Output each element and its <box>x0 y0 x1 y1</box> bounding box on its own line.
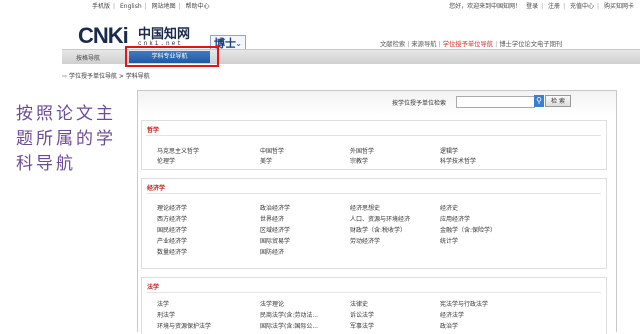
subject-link[interactable]: 逻辑学 <box>440 146 458 155</box>
subject-link[interactable]: 刑法学 <box>157 310 175 319</box>
subject-link[interactable]: 财政学（含:税收学） <box>350 225 406 234</box>
subject-link[interactable]: 国际法学(含:国际公... <box>260 321 318 330</box>
subject-link[interactable]: 西方经济学 <box>157 214 187 223</box>
breadcrumb-text[interactable]: 学位授予单位导航 > 学科导航 <box>69 73 150 80</box>
section-divider <box>146 135 601 136</box>
top-nav: 文献检索 | 来源导航 | 学位授予单位导航 | 博士学位论文电子期刊 <box>380 41 563 48</box>
subject-link[interactable]: 劳动经济学 <box>350 236 380 245</box>
nav-source-nav[interactable]: 来源导航 <box>411 41 436 48</box>
subject-link[interactable]: 区域经济学 <box>260 225 290 234</box>
subject-link[interactable]: 民商法学(含:劳动法... <box>260 310 318 319</box>
subject-link[interactable]: 金融学（含:保险学） <box>440 225 496 234</box>
subject-link[interactable]: 产业经济学 <box>157 236 187 245</box>
search-row: 按学位授予单位检索 ⚲ 检 索 <box>138 91 616 116</box>
subject-link[interactable]: 诉讼法学 <box>350 310 374 319</box>
subject-link[interactable]: 理论经济学 <box>157 203 187 212</box>
subject-link[interactable]: 政治学 <box>440 321 458 330</box>
subject-link[interactable]: 宪法学与行政法学 <box>440 299 488 308</box>
subject-link[interactable]: 应用经济学 <box>440 214 470 223</box>
breadcrumb: ⇨ 学位授予单位导航 > 学科导航 <box>62 71 150 80</box>
top-bar: 手机版 | English | 网站地图 | 帮助中心 您好，欢迎来到中国知网！ 登录… <box>0 0 640 10</box>
subject-link[interactable]: 经济思想史 <box>350 203 380 212</box>
subject-link[interactable]: 统计学 <box>440 236 458 245</box>
section-philosophy: 哲学 马克思主义哲学 中国哲学 外国哲学 逻辑学 伦理学 美学 宗教学 科学技术… <box>141 120 607 170</box>
logo-text: CNKi <box>78 23 129 48</box>
subject-link[interactable]: 马克思主义哲学 <box>157 146 199 155</box>
subject-link[interactable]: 世界经济 <box>260 214 284 223</box>
nav-doctoral-journal[interactable]: 博士学位论文电子期刊 <box>499 41 562 48</box>
nav-degree-unit[interactable]: 学位授予单位导航 <box>443 41 493 48</box>
subject-link[interactable]: 科学技术哲学 <box>440 156 476 165</box>
search-input[interactable] <box>456 96 535 108</box>
search-icon[interactable]: ⚲ <box>534 95 544 107</box>
section-law: 法学 法学 法学理论 法律史 宪法学与行政法学 刑法学 民商法学(含:劳动法..… <box>141 277 607 334</box>
subject-link[interactable]: 军事法学 <box>350 321 374 330</box>
subject-link[interactable]: 经济法学 <box>440 310 464 319</box>
subject-link[interactable]: 经济史 <box>440 203 458 212</box>
subject-link[interactable]: 国民经济学 <box>157 225 187 234</box>
header: CNKi 中国知网 cnki.net 博士 ⌄ 文献检索 | 来源导航 | 学位… <box>0 9 640 50</box>
subject-link[interactable]: 宗教学 <box>350 156 368 165</box>
section-divider <box>146 193 601 194</box>
section-title[interactable]: 经济学 <box>147 183 165 192</box>
subject-link[interactable]: 环境与资源保护法学 <box>157 321 211 330</box>
subject-link[interactable]: 数量经济学 <box>157 247 187 256</box>
arrow-icon: ⇨ <box>62 73 68 80</box>
tab-grid-nav[interactable]: 按格导航 <box>76 53 100 62</box>
subject-link[interactable]: 外国哲学 <box>350 146 374 155</box>
subject-link[interactable]: 法律史 <box>350 299 368 308</box>
highlight-box <box>125 46 219 67</box>
subject-panel: 按学位授予单位检索 ⚲ 检 索 哲学 马克思主义哲学 中国哲学 外国哲学 逻辑学… <box>137 90 617 334</box>
section-divider <box>146 292 601 293</box>
nav-literature-search[interactable]: 文献检索 <box>380 41 405 48</box>
subject-link[interactable]: 法学理论 <box>260 299 284 308</box>
search-button[interactable]: 检 索 <box>545 95 571 107</box>
annotation-text: 按照论文主题所属的学科导航 <box>16 104 116 174</box>
subject-link[interactable]: 国际贸易学 <box>260 236 290 245</box>
section-title[interactable]: 哲学 <box>147 125 159 134</box>
subject-link[interactable]: 法学 <box>157 299 169 308</box>
subject-link[interactable]: 中国哲学 <box>260 146 284 155</box>
subject-link[interactable]: 政治经济学 <box>260 203 290 212</box>
search-label: 按学位授予单位检索 <box>392 100 447 107</box>
subject-link[interactable]: 国防经济 <box>260 247 284 256</box>
subject-link[interactable]: 伦理学 <box>157 156 175 165</box>
section-economics: 经济学 理论经济学 政治经济学 经济思想史 经济史 西方经济学 世界经济 人口、… <box>141 178 607 269</box>
subject-link[interactable]: 美学 <box>260 156 272 165</box>
subject-link[interactable]: 人口、资源与环境经济 <box>350 214 410 223</box>
section-title[interactable]: 法学 <box>147 282 159 291</box>
